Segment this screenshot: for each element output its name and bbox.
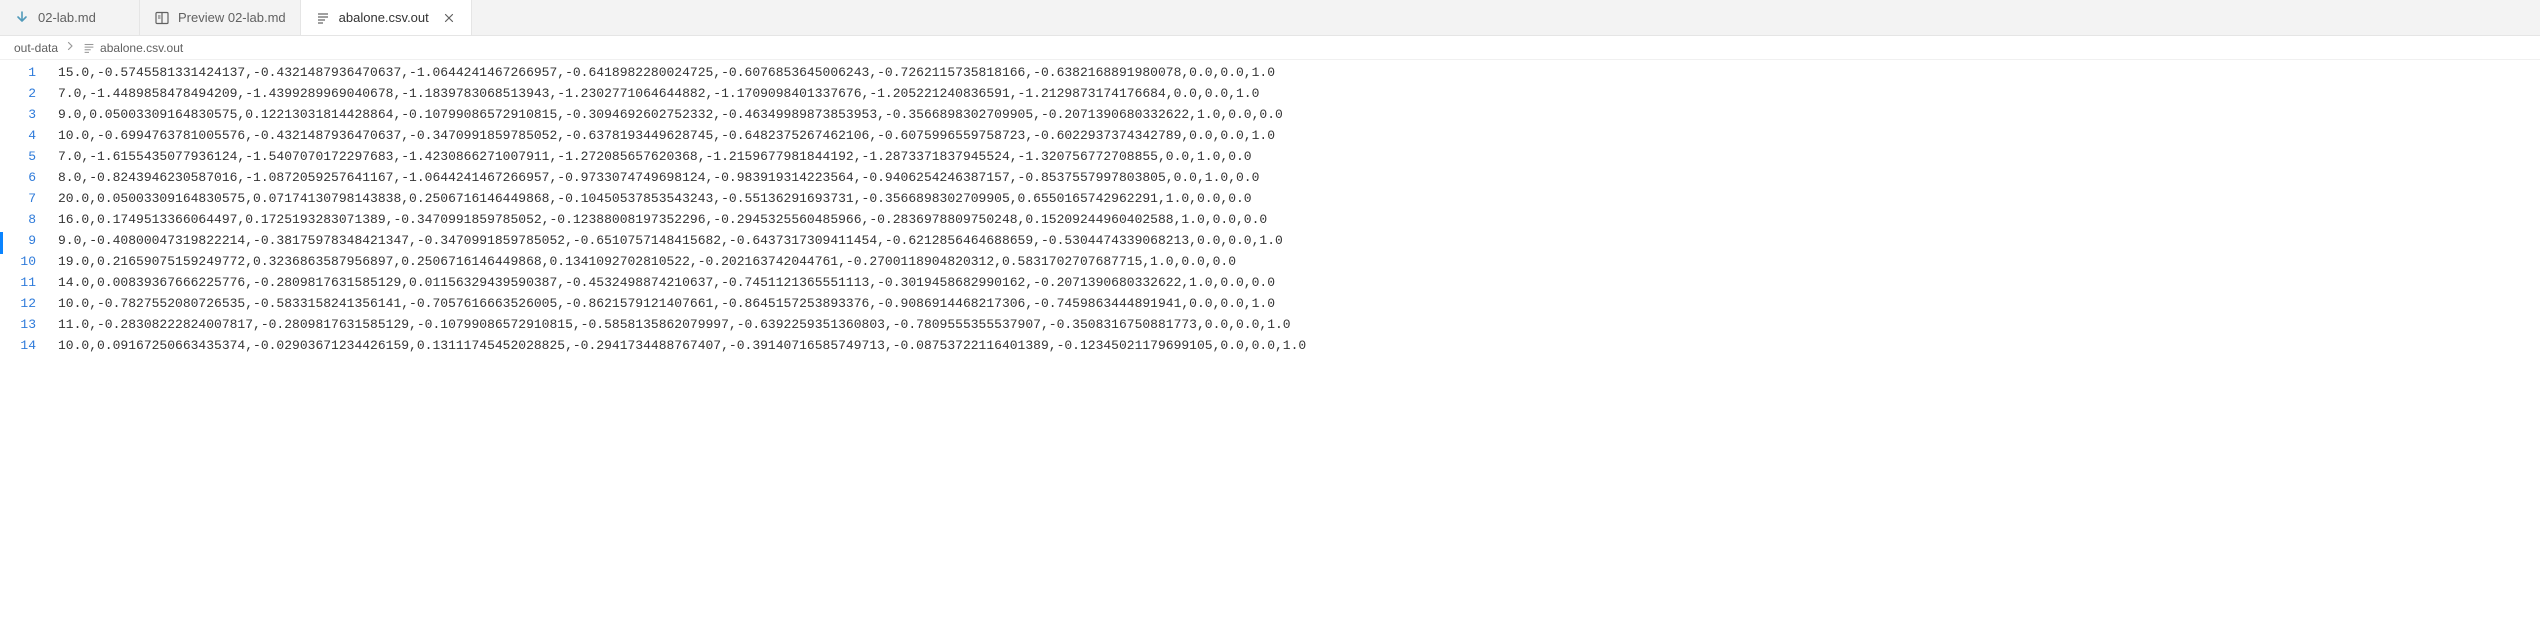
tab-bar: 02-lab.md Preview 02-lab.md abalone.csv.… [0,0,2540,36]
breadcrumb-file[interactable]: abalone.csv.out [82,41,183,55]
code-line: 19.0,0.21659075159249772,0.3236863587956… [56,251,1306,272]
line-number: 12 [0,293,38,314]
line-number: 7 [0,188,38,209]
line-number: 3 [0,104,38,125]
line-number: 1 [0,62,38,83]
line-number: 5 [0,146,38,167]
code-line: 16.0,0.1749513366064497,0.17251932830713… [56,209,1306,230]
code-line: 11.0,-0.28308222824007817,-0.28098176315… [56,314,1306,335]
markdown-down-icon [14,10,30,26]
line-number: 4 [0,125,38,146]
line-number: 10 [0,251,38,272]
tab-label: abalone.csv.out [339,10,429,25]
line-number: 9 [0,230,38,251]
file-lines-icon [315,10,331,26]
active-line-indicator [0,232,3,254]
line-number: 8 [0,209,38,230]
breadcrumb: out-data abalone.csv.out [0,36,2540,60]
line-number: 6 [0,167,38,188]
code-line: 10.0,-0.6994763781005576,-0.432148793647… [56,125,1306,146]
breadcrumb-text: abalone.csv.out [100,41,183,55]
chevron-right-icon [62,40,78,55]
line-number: 2 [0,83,38,104]
code-line: 8.0,-0.8243946230587016,-1.0872059257641… [56,167,1306,188]
code-line: 9.0,0.05003309164830575,0.12213031814428… [56,104,1306,125]
line-number: 13 [0,314,38,335]
code-line: 10.0,0.09167250663435374,-0.029036712344… [56,335,1306,356]
preview-icon [154,10,170,26]
tab-label: 02-lab.md [38,10,96,25]
tab-preview[interactable]: Preview 02-lab.md [140,0,301,35]
tab-abalone[interactable]: abalone.csv.out [301,0,472,35]
breadcrumb-text: out-data [14,41,58,55]
tab-02-lab[interactable]: 02-lab.md [0,0,140,35]
code-line: 7.0,-1.4489858478494209,-1.4399289969040… [56,83,1306,104]
code-content[interactable]: 15.0,-0.5745581331424137,-0.432148793647… [56,60,1306,358]
close-icon[interactable] [441,10,457,26]
tab-label: Preview 02-lab.md [178,10,286,25]
line-number: 11 [0,272,38,293]
code-line: 9.0,-0.40800047319822214,-0.381759783484… [56,230,1306,251]
code-line: 15.0,-0.5745581331424137,-0.432148793647… [56,62,1306,83]
breadcrumb-out-data[interactable]: out-data [14,41,58,55]
code-line: 10.0,-0.7827552080726535,-0.583315824135… [56,293,1306,314]
code-line: 20.0,0.05003309164830575,0.0717413079814… [56,188,1306,209]
code-line: 14.0,0.00839367666225776,-0.280981763158… [56,272,1306,293]
file-lines-icon [82,41,96,55]
code-line: 7.0,-1.6155435077936124,-1.5407070172297… [56,146,1306,167]
gutter: 1234567891011121314 [0,60,56,358]
editor[interactable]: 1234567891011121314 15.0,-0.574558133142… [0,60,2540,358]
line-number: 14 [0,335,38,356]
